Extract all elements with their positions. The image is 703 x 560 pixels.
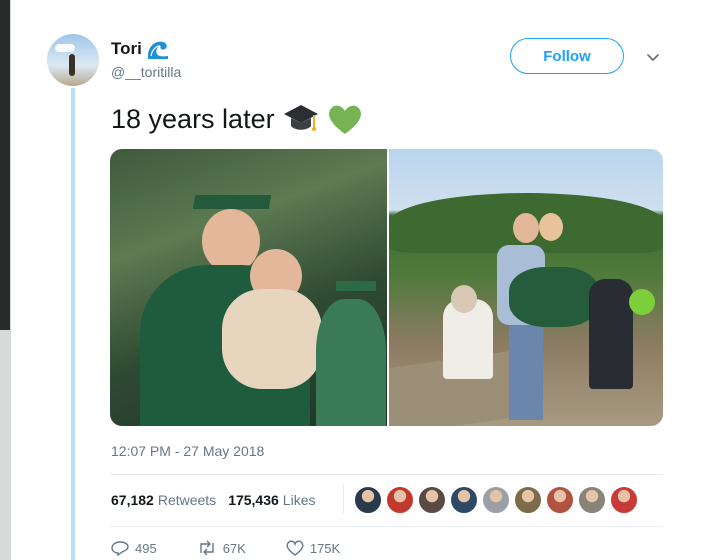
liker-avatar[interactable]: [578, 486, 606, 514]
green-heart-icon: [328, 105, 361, 134]
water-wave-icon: [147, 41, 168, 59]
retweet-action[interactable]: 67K: [197, 540, 246, 556]
likes-label: Likes: [282, 492, 316, 508]
reply-count: 495: [135, 540, 157, 556]
background-strip-lower: [0, 330, 10, 560]
action-bar: 495 67K 175K: [111, 540, 340, 556]
retweets-count: 67,182: [111, 492, 154, 508]
engagement-stats: 67,182 Retweets 175,436 Likes: [111, 492, 315, 508]
liker-avatar[interactable]: [386, 486, 414, 514]
liker-avatars: [354, 486, 638, 514]
graduation-cap-icon: [283, 105, 318, 131]
avatar[interactable]: [47, 34, 99, 86]
liker-avatar[interactable]: [514, 486, 542, 514]
likes-stat[interactable]: 175,436 Likes: [228, 492, 315, 508]
display-name[interactable]: Tori: [111, 39, 142, 59]
tweet-text: 18 years later: [111, 103, 275, 134]
stats-divider: [343, 484, 344, 514]
tweet-timestamp[interactable]: 12:07 PM - 27 May 2018: [111, 443, 264, 459]
liker-avatar[interactable]: [482, 486, 510, 514]
divider: [110, 474, 663, 475]
heart-icon: [286, 540, 304, 556]
liker-avatar[interactable]: [450, 486, 478, 514]
follow-button[interactable]: Follow: [510, 38, 624, 74]
like-action[interactable]: 175K: [286, 540, 340, 556]
like-count: 175K: [309, 540, 341, 556]
liker-avatar[interactable]: [546, 486, 574, 514]
liker-avatar[interactable]: [610, 486, 638, 514]
reply-icon: [111, 541, 129, 556]
graduation-photo-2000[interactable]: [110, 149, 387, 426]
user-handle[interactable]: @__toritilla: [111, 64, 181, 80]
author-name-row[interactable]: Tori: [111, 38, 170, 60]
likes-count: 175,436: [228, 492, 279, 508]
chevron-down-icon[interactable]: [645, 50, 661, 66]
reply-action[interactable]: 495: [111, 540, 157, 556]
tweet-text-row: 18 years later: [111, 102, 363, 136]
background-strip: [0, 0, 10, 330]
liker-avatar[interactable]: [354, 486, 382, 514]
thread-line: [71, 88, 75, 560]
media-grid[interactable]: [110, 149, 663, 426]
liker-avatar[interactable]: [418, 486, 446, 514]
tweet-card: Tori @__toritilla Follow 18 years later: [10, 0, 703, 560]
retweets-stat[interactable]: 67,182 Retweets: [111, 492, 216, 508]
divider: [110, 526, 663, 527]
retweets-label: Retweets: [157, 492, 217, 508]
retweet-count: 67K: [222, 540, 246, 556]
graduation-photo-2018[interactable]: [389, 149, 663, 426]
retweet-icon: [200, 540, 214, 556]
